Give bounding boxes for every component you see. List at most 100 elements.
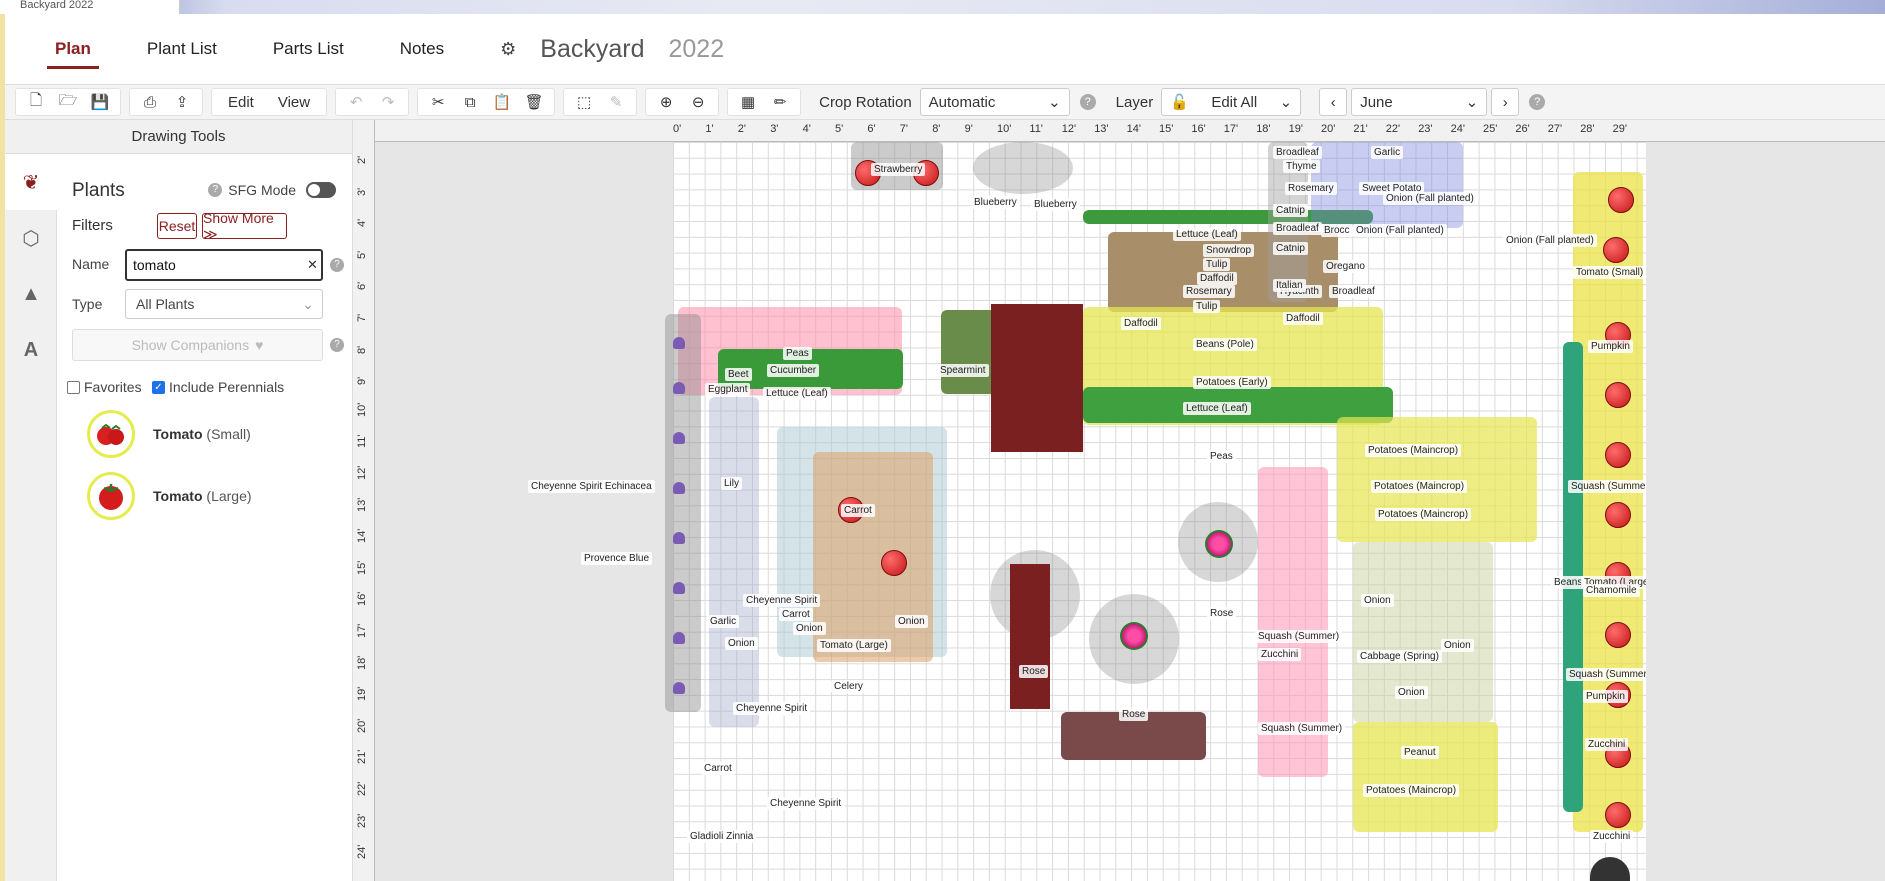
ruler-tick-label: 22' (1385, 123, 1401, 135)
crop-rotation-select[interactable]: Automatic ⌄ (919, 88, 1070, 116)
plant-result-tomato-small[interactable]: Tomato (Small) (57, 404, 352, 464)
edit-menu[interactable]: Edit (216, 94, 266, 111)
ruler-tick-label: 17' (356, 623, 368, 638)
tomato-plant[interactable] (1605, 802, 1631, 828)
zoom-in-icon[interactable]: ⊕ (650, 89, 682, 115)
rose-plant[interactable] (1120, 622, 1148, 650)
plants-tab-leaf-icon[interactable]: ❦ (5, 154, 57, 210)
trellis-bed[interactable] (813, 452, 933, 662)
help-icon[interactable]: ? (1079, 94, 1096, 110)
clear-icon[interactable]: ✕ (307, 257, 318, 273)
cut-icon[interactable]: ✂ (422, 89, 454, 115)
copy-icon[interactable]: ⧉ (454, 89, 486, 115)
tomato-plant[interactable] (881, 550, 907, 576)
tomato-plant[interactable] (1605, 382, 1631, 408)
shapes-tab-icon[interactable]: ▲ (5, 266, 57, 322)
open-folder-icon[interactable]: 🗁 (52, 89, 84, 115)
tab-parts-list[interactable]: Parts List (273, 39, 344, 59)
help-icon[interactable]: ? (1529, 94, 1546, 110)
reset-button[interactable]: Reset (157, 213, 197, 239)
month-select[interactable]: June ⌄ (1351, 88, 1488, 116)
tomato-small-icon (97, 423, 124, 445)
garden-canvas[interactable]: 0' 1' 2' 3' 4' 5' 6' 7' 8' 9' 10' 11' 12' 13' 14' 15' 16… (353, 120, 1885, 881)
edit-view-group: Edit View (211, 88, 328, 116)
text-tab-icon[interactable]: A (5, 322, 57, 378)
redo-icon[interactable]: ↷ (372, 89, 404, 115)
lavender-plant[interactable] (673, 432, 685, 444)
print-icon[interactable]: ⎙ (134, 89, 166, 115)
prev-month-button[interactable]: ‹ (1319, 88, 1348, 116)
plant-label: Rose (1119, 708, 1149, 721)
plant-label: Squash (Summer) (1255, 630, 1343, 643)
layer-value: Edit All (1211, 93, 1258, 111)
lavender-border[interactable] (665, 314, 701, 712)
lavender-plant[interactable] (673, 382, 685, 394)
tomato-plant[interactable] (1605, 622, 1631, 648)
rose-plant[interactable] (1205, 530, 1233, 558)
tomato-plant[interactable] (1608, 187, 1634, 213)
filters-label: Filters (72, 217, 113, 234)
crop-rotation-value: Automatic (928, 93, 996, 111)
lavender-plant[interactable] (673, 582, 685, 594)
sfg-toggle[interactable] (306, 182, 336, 198)
plant-label: Rosemary (1183, 285, 1235, 298)
new-file-icon[interactable]: 🗋 (20, 89, 52, 115)
tab-notes[interactable]: Notes (400, 39, 444, 59)
include-perennials-checkbox[interactable]: ✓ (152, 380, 165, 394)
structures-tab-cube-icon[interactable]: ⬡ (5, 210, 57, 266)
garlic-onion-bed[interactable] (709, 397, 759, 727)
name-filter-input[interactable]: tomato (125, 249, 323, 281)
blueberry-pot[interactable] (973, 142, 1073, 194)
type-select[interactable]: All Plants ⌄ (125, 289, 323, 319)
peanut-potato-bed[interactable] (1353, 722, 1498, 832)
delete-icon[interactable]: 🗑 (518, 89, 550, 115)
lavender-plant[interactable] (673, 632, 685, 644)
sidebar-tabs: ❦ ⬡ ▲ A (5, 154, 57, 881)
favorites-checkbox-row[interactable]: Favorites (67, 379, 142, 395)
compost-bin[interactable] (1590, 857, 1630, 881)
plant-label: Pumpkin (1588, 340, 1633, 353)
edit-item-icon[interactable]: ✎ (600, 89, 632, 115)
help-icon[interactable]: ? (330, 258, 344, 272)
undo-icon[interactable]: ↶ (340, 89, 372, 115)
tomato-plant[interactable] (1605, 502, 1631, 528)
plant-result-tomato-large[interactable]: Tomato (Large) (57, 466, 352, 526)
favorites-checkbox[interactable] (67, 380, 80, 394)
tab-plan[interactable]: Plan (47, 39, 99, 69)
view-menu[interactable]: View (266, 94, 322, 111)
paste-icon[interactable]: 📋 (486, 89, 518, 115)
spearmint-bed[interactable] (941, 310, 997, 394)
gear-icon[interactable]: ⚙ (500, 39, 516, 60)
unlock-icon: 🔓 (1170, 94, 1189, 111)
browser-tab[interactable]: Backyard 2022 (0, 0, 180, 14)
show-more-button[interactable]: Show More ≫ (202, 210, 287, 242)
lavender-plant[interactable] (673, 532, 685, 544)
tomato-plant[interactable] (1603, 237, 1629, 263)
plant-label: Pumpkin (1583, 690, 1628, 703)
help-icon[interactable]: ? (330, 338, 344, 352)
select-area-icon[interactable]: ⬚ (568, 89, 600, 115)
zoom-out-icon[interactable]: ⊖ (682, 89, 714, 115)
lavender-plant[interactable] (673, 337, 685, 349)
save-icon[interactable]: 💾 (84, 89, 116, 115)
shed-structure[interactable] (991, 304, 1083, 452)
garden-grid[interactable]: Strawberry Blueberry Blueberry Peas Beet… (528, 142, 1656, 881)
tab-plant-list[interactable]: Plant List (147, 39, 217, 59)
export-icon[interactable]: ⇪ (166, 89, 198, 115)
post-structure[interactable] (1010, 564, 1050, 709)
plant-label: Onion (793, 622, 826, 635)
next-month-button[interactable]: › (1491, 88, 1520, 116)
pen-icon[interactable]: ✏ (764, 89, 796, 115)
plant-label: Lily (721, 477, 743, 490)
ruler-tick-label: 14' (1126, 123, 1141, 135)
show-companions-button[interactable]: Show Companions ♥ (72, 329, 323, 361)
include-perennials-row[interactable]: ✓ Include Perennials (152, 379, 284, 395)
lavender-plant[interactable] (673, 482, 685, 494)
lavender-plant[interactable] (673, 682, 685, 694)
grid-icon[interactable]: ▦ (732, 89, 764, 115)
layer-select[interactable]: 🔓 Edit All ⌄ (1161, 88, 1302, 116)
plant-label: Daffodil (1197, 272, 1237, 285)
help-icon[interactable]: ? (208, 183, 223, 197)
plant-label: Potatoes (Maincrop) (1363, 784, 1460, 797)
tomato-plant[interactable] (1605, 442, 1631, 468)
